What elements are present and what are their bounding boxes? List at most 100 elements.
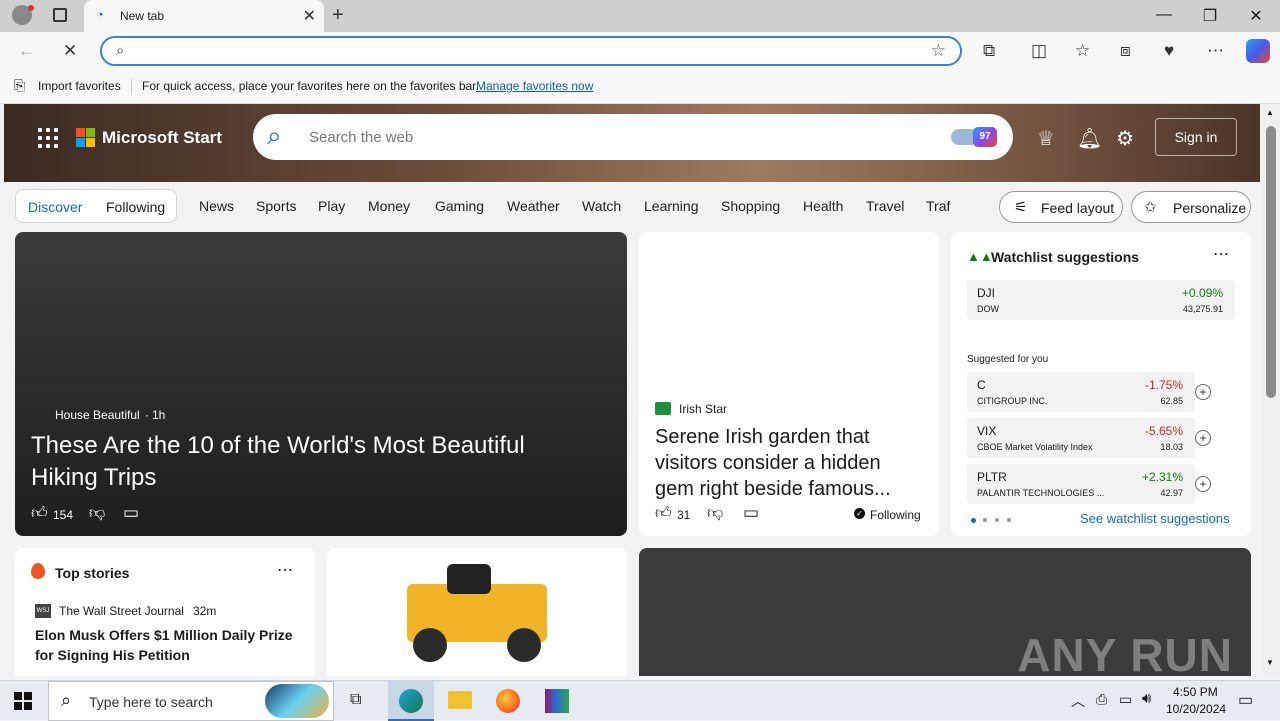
- featured-article-card[interactable]: House Beautiful · 1h These Are the 10 of…: [15, 232, 627, 536]
- scroll-down-icon[interactable]: ▼: [1266, 658, 1274, 667]
- add-to-watchlist-icon[interactable]: +: [1195, 476, 1211, 492]
- like-icon[interactable]: 👍︎: [655, 504, 672, 523]
- file-explorer-icon[interactable]: [448, 691, 472, 709]
- tab-actions-icon[interactable]: [53, 8, 67, 22]
- article-source: Irish Star: [679, 402, 728, 416]
- nav-item-sports[interactable]: Sports: [256, 198, 296, 214]
- web-search-box[interactable]: ⌕ Search the web 97: [253, 114, 1013, 160]
- comment-icon[interactable]: ▭: [123, 503, 139, 523]
- video-card[interactable]: ANY RUN: [639, 548, 1251, 676]
- copilot-icon[interactable]: [1246, 39, 1270, 63]
- stock-row-c[interactable]: C CITIGROUP INC. -1.75% 62.85: [967, 372, 1195, 412]
- article-card[interactable]: Irish Star Serene Irish garden that visi…: [639, 232, 939, 536]
- edge-icon: [399, 689, 423, 713]
- volume-icon[interactable]: 🔊︎: [1142, 690, 1151, 707]
- task-view-icon[interactable]: ⧉: [350, 691, 361, 709]
- import-favorites-button[interactable]: Import favorites: [38, 79, 121, 93]
- firefox-icon[interactable]: [496, 689, 520, 713]
- nav-item-news[interactable]: News: [199, 198, 234, 214]
- nav-item-money[interactable]: Money: [368, 198, 410, 214]
- story-age: 32m: [193, 604, 217, 618]
- notifications-bell-icon[interactable]: 🔔︎: [1077, 126, 1102, 151]
- collections-icon[interactable]: ⧈: [1120, 41, 1131, 61]
- taskbar-search[interactable]: ⌕ Type here to search: [48, 681, 334, 721]
- nav-item-health[interactable]: Health: [803, 198, 843, 214]
- copilot-badge: 97: [973, 127, 997, 147]
- back-icon[interactable]: ←: [18, 41, 35, 61]
- loading-icon: ◔: [96, 7, 104, 22]
- nav-item-travel[interactable]: Travel: [866, 198, 904, 214]
- story-headline[interactable]: Elon Musk Offers $1 Million Daily Prize …: [35, 625, 297, 665]
- nav-item-gaming[interactable]: Gaming: [435, 198, 484, 214]
- settings-gear-icon[interactable]: ⚙: [1116, 126, 1134, 151]
- nav-item-shopping[interactable]: Shopping: [721, 198, 780, 214]
- close-tab-icon[interactable]: ✕: [303, 6, 316, 26]
- clock-time[interactable]: 4:50 PM: [1173, 685, 1218, 699]
- add-to-watchlist-icon[interactable]: +: [1195, 430, 1211, 446]
- tab-following[interactable]: Following: [106, 199, 165, 215]
- more-options-icon[interactable]: ⋯: [1213, 244, 1229, 264]
- comment-icon[interactable]: ▭: [743, 503, 759, 523]
- product-image-card[interactable]: [327, 548, 627, 676]
- article-headline[interactable]: Serene Irish garden that visitors consid…: [655, 424, 925, 502]
- tab-new-tab[interactable]: ◔ New tab ✕: [84, 0, 324, 32]
- dislike-icon[interactable]: 👎︎: [89, 504, 105, 523]
- tab-discover[interactable]: Discover: [28, 199, 82, 215]
- more-menu-icon[interactable]: ⋯: [1207, 41, 1224, 61]
- add-to-watchlist-icon[interactable]: +: [1195, 384, 1211, 400]
- stock-row-vix[interactable]: VIX CBOE Market Volatility Index -5.65% …: [967, 418, 1195, 458]
- extensions-icon[interactable]: ⧉: [983, 41, 995, 61]
- minimize-button[interactable]: —: [1141, 6, 1187, 24]
- dislike-icon[interactable]: 👎︎: [707, 504, 723, 523]
- nav-item-learning[interactable]: Learning: [644, 198, 699, 214]
- scrollbar-thumb[interactable]: [1266, 126, 1276, 398]
- nav-item-watch[interactable]: Watch: [582, 198, 621, 214]
- brand-title[interactable]: Microsoft Start: [102, 128, 222, 148]
- favorite-star-icon[interactable]: ☆: [931, 41, 946, 61]
- close-window-button[interactable]: ✕: [1233, 6, 1279, 26]
- weather-copilot-icon[interactable]: 97: [951, 125, 999, 149]
- article-headline[interactable]: These Are the 10 of the World's Most Bea…: [31, 430, 591, 494]
- like-icon[interactable]: 👍︎: [31, 504, 48, 523]
- product-image[interactable]: [377, 548, 577, 676]
- favorites-icon[interactable]: ☆: [1075, 41, 1090, 61]
- nav-item-play[interactable]: Play: [318, 198, 345, 214]
- feed-layout-button[interactable]: ⚟ Feed layout: [999, 191, 1123, 223]
- manage-favorites-link[interactable]: Manage favorites now: [476, 79, 593, 93]
- network-icon[interactable]: ▭: [1119, 691, 1132, 708]
- show-hidden-icons[interactable]: ︿: [1071, 691, 1085, 711]
- story-source: The Wall Street Journal: [59, 604, 184, 618]
- carousel-dot: [1007, 518, 1011, 522]
- nav-item-weather[interactable]: Weather: [507, 198, 560, 214]
- edge-taskbar-icon[interactable]: [388, 681, 434, 721]
- new-tab-button[interactable]: +: [332, 4, 344, 27]
- rewards-icon[interactable]: ♕: [1037, 126, 1055, 151]
- app-launcher-icon[interactable]: [38, 128, 58, 148]
- stock-name: CBOE Market Volatility Index: [977, 442, 1093, 452]
- winrar-icon[interactable]: [545, 689, 569, 713]
- more-options-icon[interactable]: ⋯: [277, 560, 293, 580]
- stop-loading-icon[interactable]: ✕: [63, 41, 77, 61]
- nav-item-traffic[interactable]: Traf: [926, 198, 950, 214]
- clock-date[interactable]: 10/20/2024: [1166, 702, 1226, 716]
- scroll-up-icon[interactable]: ▲: [1266, 108, 1274, 117]
- stock-row-dji[interactable]: DJI DOW +0.09% 43,275.91: [967, 280, 1235, 320]
- following-label[interactable]: Following: [870, 508, 921, 522]
- split-screen-icon[interactable]: ◫: [1031, 41, 1047, 61]
- watchlist-title[interactable]: Watchlist suggestions: [991, 249, 1139, 265]
- see-watchlist-link[interactable]: See watchlist suggestions: [1080, 511, 1230, 526]
- taskbar-search-input[interactable]: Type here to search: [89, 694, 213, 710]
- stock-symbol: DJI: [977, 286, 995, 300]
- sign-in-button[interactable]: Sign in: [1155, 118, 1237, 156]
- personalize-button[interactable]: ✩ Personalize: [1131, 191, 1251, 223]
- performance-icon[interactable]: ♥: [1164, 41, 1174, 61]
- stock-row-pltr[interactable]: PLTR PALANTIR TECHNOLOGIES ... +2.31% 42…: [967, 464, 1195, 504]
- maximize-button[interactable]: ❐: [1187, 6, 1233, 26]
- notifications-icon[interactable]: ▭: [1238, 690, 1253, 710]
- device-icon[interactable]: ⎙: [1096, 691, 1107, 708]
- page-scrollbar[interactable]: ▲ ▼: [1262, 104, 1280, 676]
- web-search-input[interactable]: Search the web: [309, 129, 413, 146]
- start-button[interactable]: [14, 692, 32, 710]
- import-favorites-icon[interactable]: ⎘: [14, 77, 25, 94]
- address-bar[interactable]: ⌕ ☆: [100, 36, 962, 66]
